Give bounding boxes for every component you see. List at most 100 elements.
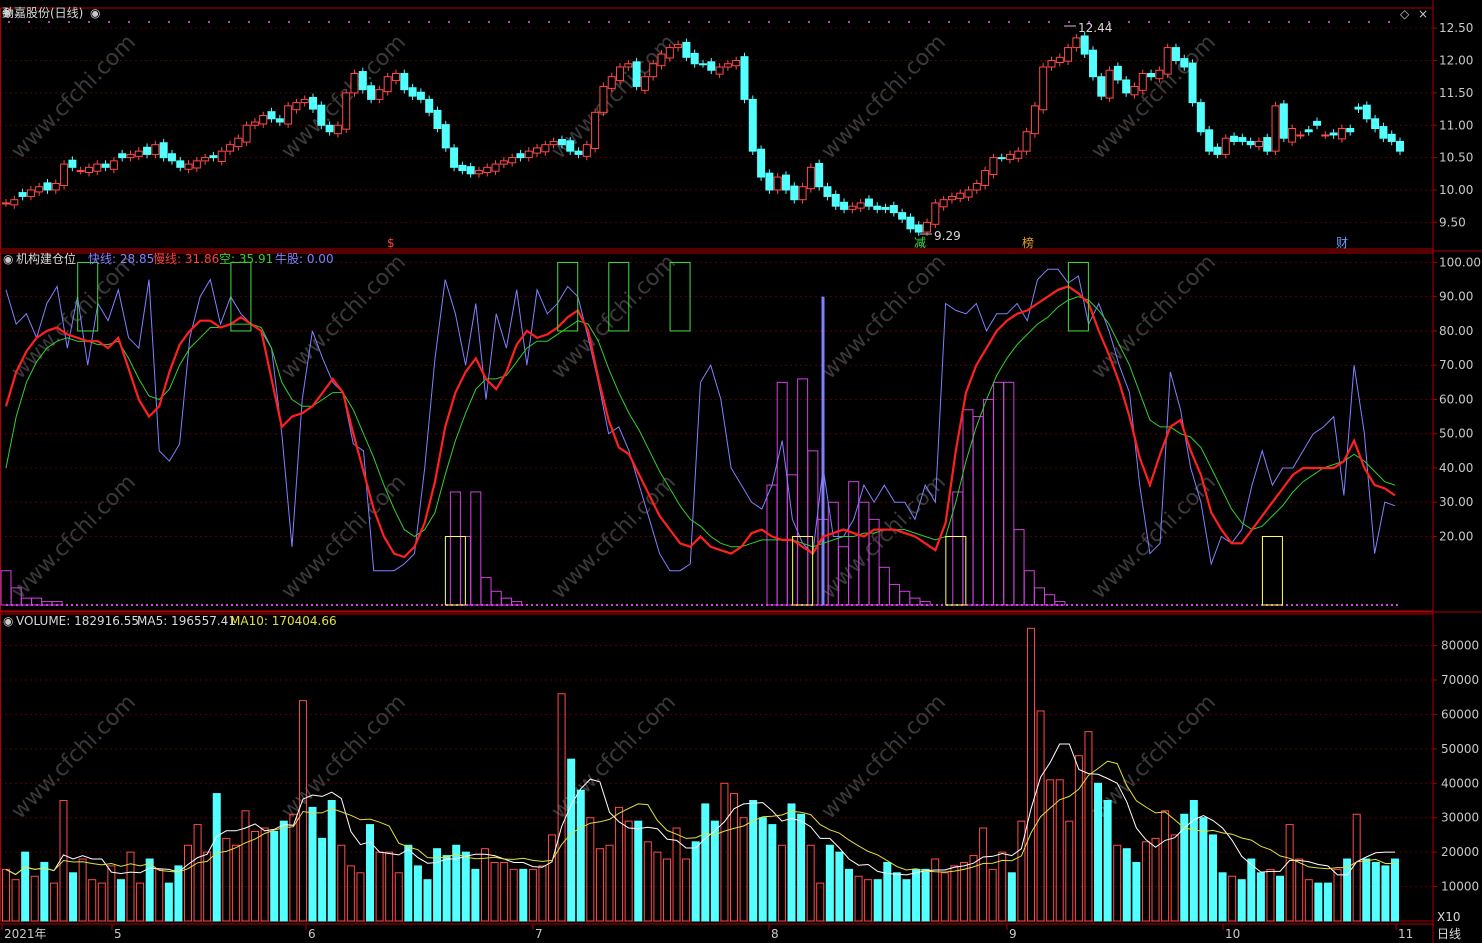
- candle-body: [757, 148, 766, 178]
- fast-line-label: 快线: 28.85: [88, 252, 154, 266]
- candle-body: [176, 160, 185, 168]
- candle-body: [1138, 72, 1147, 91]
- candle-body: [524, 150, 533, 159]
- candle-body: [416, 91, 425, 100]
- empty-line-label: 空: 35.91: [219, 252, 273, 266]
- signal-dot: [988, 21, 990, 23]
- volume-bar: [471, 868, 480, 922]
- candle-body: [1097, 76, 1106, 97]
- volume-bar: [931, 858, 940, 922]
- candle-body: [981, 170, 990, 186]
- volume-bar: [1074, 755, 1083, 922]
- marker-rank[interactable]: 榜: [1022, 235, 1034, 250]
- volume-bar: [1256, 872, 1265, 922]
- candle-body: [997, 157, 1006, 160]
- marker-dollar[interactable]: $: [387, 236, 395, 250]
- settings-icon-main[interactable]: ◉: [90, 6, 100, 20]
- diamond-icon[interactable]: ◇: [1400, 7, 1410, 21]
- candle-body: [93, 163, 102, 172]
- volume-bar: [892, 872, 901, 922]
- close-icon[interactable]: ×: [1418, 7, 1428, 21]
- candle-body: [873, 205, 882, 210]
- y-tick-label: 12.00: [1439, 54, 1473, 68]
- volume-bar: [988, 868, 997, 922]
- signal-dot: [348, 21, 350, 23]
- watermark-text: www.cfchi.com: [7, 470, 141, 604]
- candle-body: [1230, 135, 1239, 142]
- candle-body: [441, 124, 450, 149]
- candle-body: [408, 87, 417, 97]
- candle-body: [1304, 129, 1313, 133]
- volume-bar: [624, 820, 633, 922]
- signal-bar: [878, 566, 890, 606]
- y-tick-label: 100.00: [1439, 255, 1481, 269]
- collapse-icon-vol[interactable]: ◉: [3, 614, 13, 628]
- volume-bar: [643, 841, 652, 922]
- marker-finance[interactable]: 财: [1336, 236, 1348, 250]
- signal-dot: [868, 21, 870, 23]
- volume-bar: [1276, 875, 1285, 922]
- candle-body: [151, 144, 160, 155]
- volume-bar: [433, 848, 442, 922]
- signal-bar: [1013, 529, 1025, 606]
- volume-bar: [327, 799, 336, 922]
- candle-body: [665, 47, 674, 59]
- volume-bar: [203, 851, 212, 922]
- volume-bar: [1333, 868, 1342, 922]
- candle-body: [250, 121, 259, 126]
- signal-dot: [388, 21, 390, 23]
- candle-body: [275, 118, 284, 123]
- candle-body: [508, 157, 517, 164]
- watermark-text: www.cfchi.com: [277, 690, 411, 824]
- volume-bar: [107, 865, 116, 922]
- candle-body: [1205, 129, 1214, 152]
- signal-dot: [488, 21, 490, 23]
- signal-dot: [588, 21, 590, 23]
- candle-body: [1396, 140, 1404, 152]
- candle-body: [358, 71, 367, 91]
- marker-reduce[interactable]: 减: [914, 236, 926, 250]
- ma10-label: MA10: 170404.66: [230, 614, 337, 628]
- y-tick-label: 20.00: [1439, 529, 1473, 543]
- candle-body: [715, 66, 724, 75]
- volume-bar: [1103, 799, 1112, 922]
- volume-bar: [251, 830, 260, 922]
- signal-dot: [1008, 21, 1010, 23]
- y-tick-label: 50.00: [1439, 427, 1473, 441]
- signal-bar: [470, 491, 482, 606]
- volume-bar: [337, 844, 346, 922]
- volume-bar: [1065, 820, 1074, 922]
- candle-body: [923, 221, 932, 233]
- candle-body: [1130, 85, 1139, 96]
- volume-bar: [998, 851, 1007, 922]
- candle-body: [1022, 131, 1031, 152]
- collapse-icon-ind[interactable]: ◉: [3, 252, 13, 266]
- volume-bar: [1036, 710, 1045, 922]
- volume-bar: [116, 879, 125, 922]
- period-label[interactable]: 日线: [1437, 927, 1461, 941]
- volume-bar: [461, 851, 470, 922]
- signal-bar: [31, 597, 43, 606]
- candle-body: [234, 137, 243, 148]
- candle-body: [217, 150, 226, 163]
- candle-body: [350, 72, 359, 94]
- candle-body: [242, 124, 251, 143]
- signal-dot: [908, 21, 910, 23]
- signal-dot: [288, 21, 290, 23]
- candle-body: [1238, 137, 1247, 142]
- volume-bar: [452, 844, 461, 922]
- volume-bar: [739, 817, 748, 922]
- volume-bar: [40, 861, 49, 922]
- candle-body: [184, 163, 193, 170]
- signal-dot: [48, 21, 50, 23]
- volume-bar: [883, 861, 892, 922]
- signal-dot: [848, 21, 850, 23]
- candle-body: [134, 150, 143, 157]
- candle-body: [947, 195, 956, 201]
- signal-dot: [828, 21, 830, 23]
- volume-bar: [959, 861, 968, 922]
- volume-bar: [509, 868, 518, 922]
- signal-dot: [1348, 21, 1350, 23]
- candle-body: [1213, 146, 1222, 155]
- volume-bar: [289, 813, 298, 922]
